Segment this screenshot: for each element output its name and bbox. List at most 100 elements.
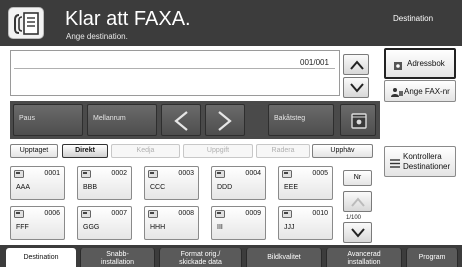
- backspace-button[interactable]: Bakåtsteg: [268, 104, 334, 136]
- quick-key-name: AAA: [16, 184, 31, 191]
- quick-key-name: DDD: [217, 184, 233, 191]
- fax-destination-icon: [282, 210, 292, 218]
- address-book-label: Adressbok: [407, 59, 445, 68]
- quick-key-number: 0001: [44, 170, 60, 177]
- cursor-left-button[interactable]: [161, 104, 201, 136]
- quick-key-0007[interactable]: 0007 GGG: [77, 206, 132, 240]
- address-book-button[interactable]: Adressbok: [384, 48, 456, 79]
- destination-label: Destination: [393, 14, 434, 23]
- address-book-shortcut-button[interactable]: [340, 104, 376, 136]
- quick-key-name: III: [217, 224, 223, 231]
- chevron-up-icon: [351, 197, 365, 207]
- quick-key-0006[interactable]: 0006 FFF: [10, 206, 65, 240]
- tab-label-line2: skickade data: [179, 259, 222, 266]
- quick-key-0010[interactable]: 0010 JJJ: [278, 206, 333, 240]
- scroll-up-button[interactable]: [343, 54, 369, 75]
- address-book-icon: [351, 113, 367, 129]
- tab-label-line1: Bildkvalitet: [267, 254, 301, 261]
- chevron-down-icon: [350, 83, 364, 93]
- chevron-left-icon: [174, 111, 188, 131]
- quick-key-name: FFF: [16, 224, 29, 231]
- page-subtitle: Ange destination.: [66, 32, 128, 41]
- tab-quick-setup[interactable]: Snabb-installation: [80, 248, 155, 267]
- number-search-button[interactable]: Nr: [343, 170, 372, 186]
- tab-label-line2: installation: [100, 259, 135, 266]
- chevron-up-icon: [350, 60, 364, 70]
- tab-label-line1: Avancerad: [347, 251, 381, 258]
- chevron-down-icon: [351, 228, 365, 238]
- destination-list-divider: [14, 68, 335, 69]
- quick-key-0005[interactable]: 0005 EEE: [278, 166, 333, 200]
- fax-destination-icon: [14, 170, 24, 178]
- list-icon: [390, 159, 400, 168]
- backspace-label: Bakåtsteg: [274, 115, 306, 122]
- space-label: Mellanrum: [93, 115, 126, 122]
- scroll-down-button[interactable]: [343, 77, 369, 98]
- fax-destination-icon: [215, 170, 225, 178]
- quick-key-number: 0007: [111, 210, 127, 217]
- keypad-person-icon: [391, 88, 403, 97]
- tab-image-quality[interactable]: Bildkvalitet: [246, 248, 322, 267]
- quick-key-number: 0010: [312, 210, 328, 217]
- tab-advanced-setup[interactable]: Avancerad installation: [326, 248, 402, 267]
- quick-key-0001[interactable]: 0001 AAA: [10, 166, 65, 200]
- quick-key-name: HHH: [150, 224, 166, 231]
- quick-key-0003[interactable]: 0003 CCC: [144, 166, 199, 200]
- header-bar: Klar att FAXA. Ange destination. Destina…: [0, 0, 462, 46]
- tab-label-line1: Program: [418, 254, 446, 261]
- delete-button[interactable]: Radera: [256, 144, 310, 158]
- chevron-right-icon: [218, 111, 232, 131]
- tab-label-line2: installation: [347, 259, 381, 266]
- fax-destination-icon: [215, 210, 225, 218]
- fax-destination-icon: [81, 210, 91, 218]
- quick-key-number: 0006: [44, 210, 60, 217]
- quick-key-0008[interactable]: 0008 HHH: [144, 206, 199, 240]
- keys-up-button[interactable]: [343, 191, 372, 212]
- tab-original-format[interactable]: Format orig./skickade data: [159, 248, 242, 267]
- tab-destination[interactable]: Destination: [6, 248, 76, 267]
- page-indicator: 1/100: [346, 215, 362, 221]
- fax-destination-icon: [14, 210, 24, 218]
- quick-key-name: GGG: [83, 224, 100, 231]
- quick-key-0004[interactable]: 0004 DDD: [211, 166, 266, 200]
- keys-down-button[interactable]: [343, 222, 372, 243]
- quick-key-0009[interactable]: 0009 III: [211, 206, 266, 240]
- fax-document-icon: [8, 7, 44, 39]
- pause-label: Paus: [19, 115, 35, 122]
- quick-key-number: 0009: [245, 210, 261, 217]
- check-destinations-label-line2: Destinationer: [403, 162, 451, 171]
- fax-destination-icon: [148, 170, 158, 178]
- tab-label-line1: Format orig./: [180, 251, 221, 258]
- check-destinations-label-line1: Kontrollera: [403, 152, 442, 161]
- destination-list[interactable]: [10, 50, 340, 96]
- fax-destination-icon: [81, 170, 91, 178]
- space-button[interactable]: Mellanrum: [87, 104, 157, 136]
- quick-key-name: BBB: [83, 184, 98, 191]
- pause-button[interactable]: Paus: [13, 104, 83, 136]
- quick-key-name: CCC: [150, 184, 166, 191]
- chain-button[interactable]: Kedja: [111, 144, 180, 158]
- quick-key-name: EEE: [284, 184, 299, 191]
- quick-key-0002[interactable]: 0002 BBB: [77, 166, 132, 200]
- quick-key-number: 0004: [245, 170, 261, 177]
- quick-key-number: 0005: [312, 170, 328, 177]
- direct-button[interactable]: Direkt: [62, 144, 108, 158]
- detail-button[interactable]: Uppgift: [183, 144, 253, 158]
- check-destinations-button[interactable]: Kontrollera Destinationer: [384, 146, 456, 177]
- quick-key-number: 0008: [178, 210, 194, 217]
- tab-program[interactable]: Program: [406, 248, 458, 267]
- quick-key-number: 0002: [111, 170, 127, 177]
- destination-counter: 001/001: [300, 58, 329, 67]
- address-book-icon: [394, 62, 402, 70]
- enter-fax-number-button[interactable]: Ange FAX-nr: [384, 80, 456, 102]
- fax-destination-icon: [282, 170, 292, 178]
- tab-label-line1: Snabb-: [106, 251, 129, 258]
- quick-key-name: JJJ: [284, 224, 295, 231]
- redial-button[interactable]: Upphäv: [312, 144, 373, 158]
- enter-fax-number-label: Ange FAX-nr: [404, 87, 450, 96]
- page-title: Klar att FAXA.: [65, 8, 191, 30]
- quick-key-number: 0003: [178, 170, 194, 177]
- tab-label-line1: Destination: [23, 254, 59, 261]
- cursor-right-button[interactable]: [205, 104, 245, 136]
- busy-button[interactable]: Upptaget: [10, 144, 58, 158]
